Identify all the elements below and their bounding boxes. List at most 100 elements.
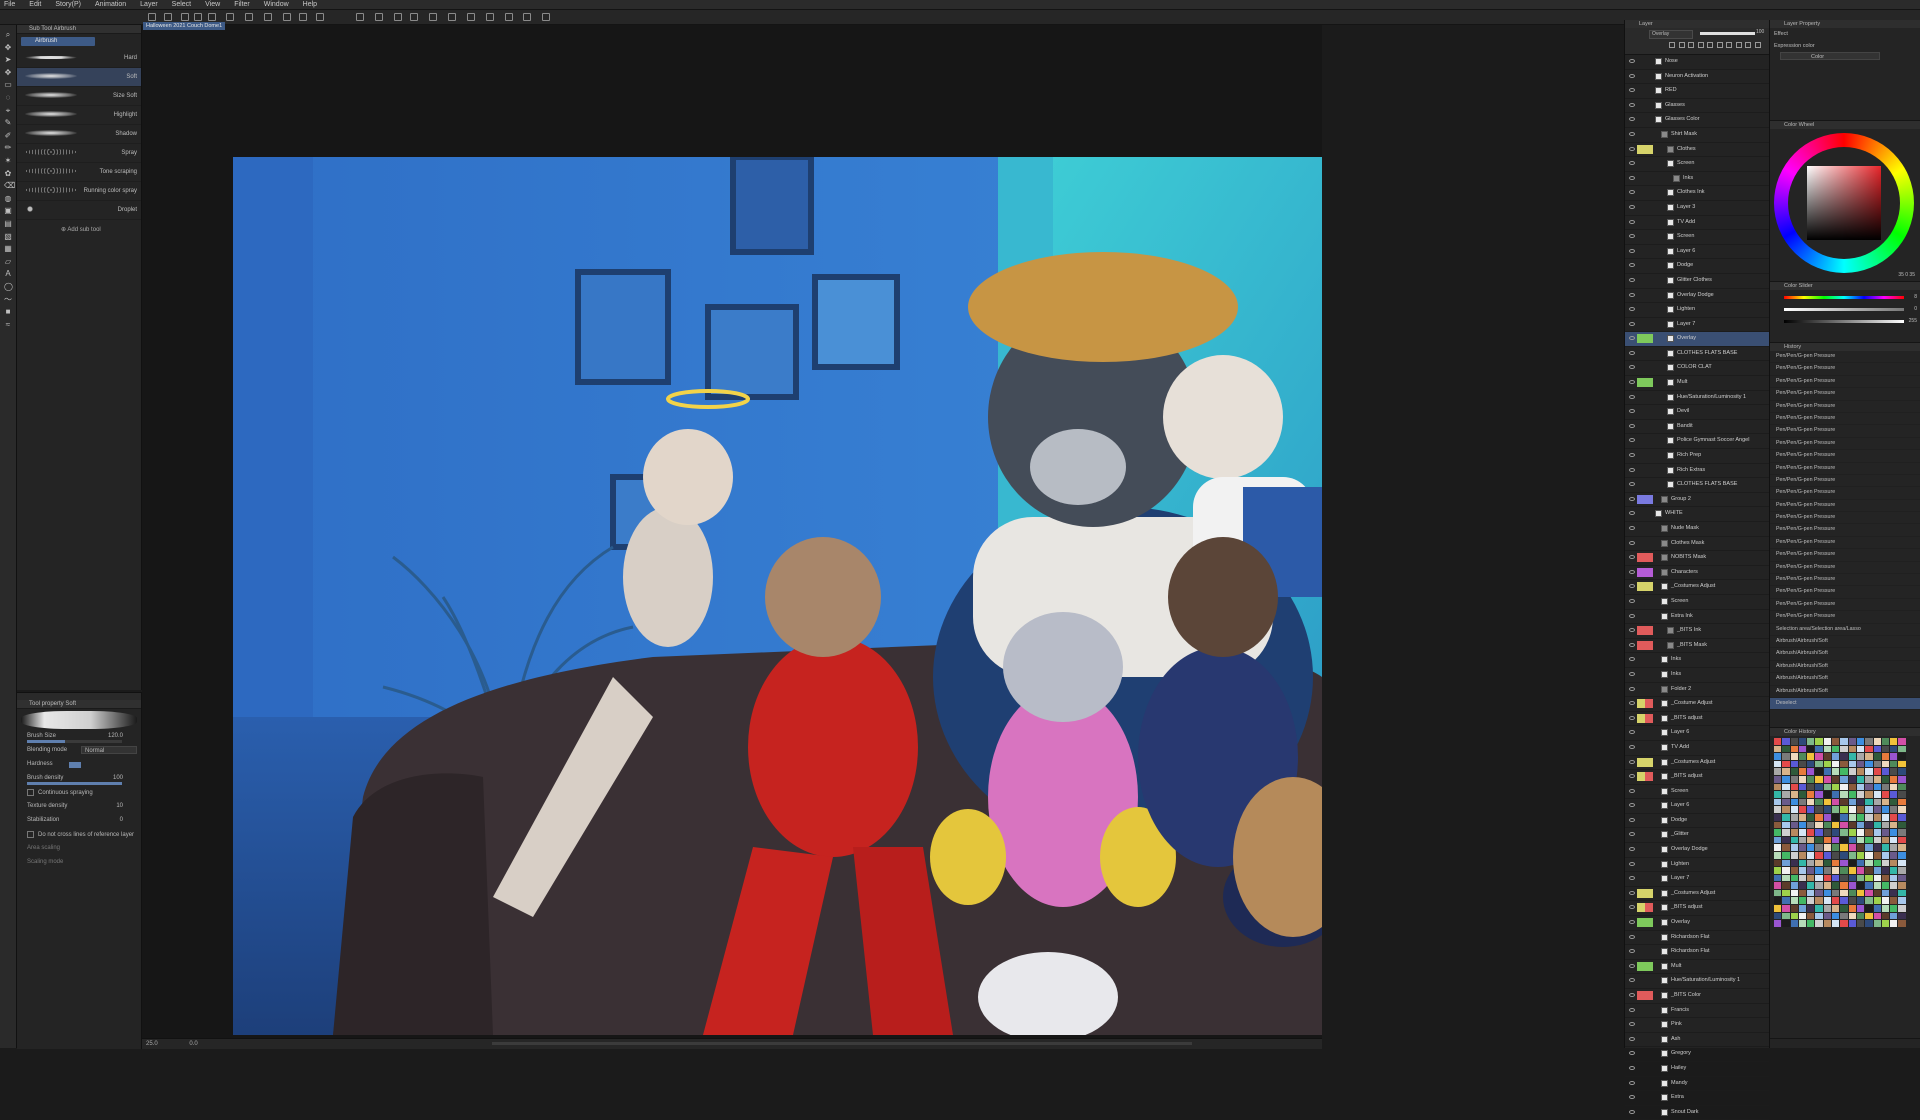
eye-icon[interactable] [1629, 598, 1635, 603]
color-swatch[interactable] [1890, 874, 1898, 882]
eye-icon[interactable] [1629, 584, 1635, 589]
color-swatch[interactable] [1815, 798, 1823, 806]
color-swatch[interactable] [1790, 791, 1798, 798]
menu-item[interactable]: Layer [133, 0, 165, 9]
color-swatch[interactable] [1840, 859, 1848, 867]
color-swatch[interactable] [1848, 760, 1856, 768]
color-swatch[interactable] [1832, 798, 1840, 806]
color-swatch[interactable] [1807, 813, 1815, 821]
stroke-icon[interactable]: ≈ [4, 320, 12, 329]
color-swatch[interactable] [1823, 882, 1832, 889]
color-swatch[interactable] [1798, 897, 1807, 905]
history-item[interactable]: Airbrush/Airbrush/Soft [1770, 636, 1920, 649]
color-swatch[interactable] [1807, 920, 1815, 927]
color-swatch[interactable] [1798, 912, 1807, 920]
layer-row[interactable]: Nose [1625, 55, 1769, 70]
eye-icon[interactable] [1629, 175, 1635, 180]
color-swatch[interactable] [1774, 889, 1782, 897]
history-item[interactable]: Pen/Pen/G-pen Pressure [1770, 549, 1920, 562]
layer-row[interactable]: _Costumes Adjust [1625, 580, 1769, 595]
selection-icon[interactable]: ▭ [4, 81, 12, 89]
color-swatch[interactable] [1890, 738, 1898, 745]
color-swatch[interactable] [1890, 905, 1898, 912]
color-swatch[interactable] [1840, 806, 1848, 813]
color-swatch[interactable] [1798, 882, 1807, 889]
color-swatch[interactable] [1774, 882, 1782, 889]
color-swatch[interactable] [1873, 791, 1881, 798]
color-swatch[interactable] [1890, 897, 1898, 905]
saturation-value-square[interactable] [1807, 166, 1881, 240]
layer-row[interactable]: Folder 2 [1625, 683, 1769, 698]
layer-row[interactable]: _Costume Adjust [1625, 697, 1769, 712]
color-swatch[interactable] [1865, 829, 1873, 836]
color-swatch[interactable] [1782, 844, 1790, 851]
history-item[interactable]: Pen/Pen/G-pen Pressure [1770, 438, 1920, 451]
pen-icon[interactable]: ✎ [4, 119, 12, 127]
color-swatch[interactable] [1823, 851, 1832, 859]
color-swatch[interactable] [1890, 844, 1898, 851]
clip-icon[interactable] [1745, 42, 1751, 48]
color-swatch[interactable] [1823, 889, 1832, 897]
layer-row[interactable]: Clothes Mask [1625, 537, 1769, 552]
color-swatch[interactable] [1873, 889, 1881, 897]
color-swatch[interactable] [1823, 905, 1832, 912]
color-swatch[interactable] [1774, 753, 1782, 760]
color-swatch[interactable] [1774, 920, 1782, 927]
pen-icon[interactable] [356, 13, 364, 21]
zoom-icon[interactable]: ⌕ [4, 31, 12, 39]
merge-icon[interactable] [1707, 42, 1713, 48]
continuous-spraying-checkbox[interactable] [27, 789, 34, 796]
color-swatch[interactable] [1898, 745, 1906, 753]
eye-icon[interactable] [1629, 686, 1635, 691]
color-swatch[interactable] [1848, 912, 1856, 920]
layer-row[interactable]: Glitter Clothes [1625, 274, 1769, 289]
color-swatch[interactable] [1865, 791, 1873, 798]
color-swatch[interactable] [1898, 753, 1906, 760]
do-not-cross-row[interactable]: Do not cross lines of reference layer [17, 829, 141, 843]
color-swatch[interactable] [1774, 745, 1782, 753]
figure-icon[interactable]: ▧ [4, 232, 12, 241]
color-swatch[interactable] [1823, 897, 1832, 905]
color-swatch[interactable] [1798, 920, 1807, 927]
layer-row[interactable]: Overlay Dodge [1625, 843, 1769, 858]
history-item[interactable]: Pen/Pen/G-pen Pressure [1770, 537, 1920, 550]
eye-icon[interactable] [1629, 730, 1635, 735]
color-swatch[interactable] [1823, 738, 1832, 745]
color-swatch[interactable] [1898, 760, 1906, 768]
color-swatch[interactable] [1815, 874, 1823, 882]
color-swatch[interactable] [1782, 920, 1790, 927]
color-swatch[interactable] [1848, 806, 1856, 813]
new-folder-icon[interactable] [1688, 42, 1694, 48]
color-swatch[interactable] [1865, 905, 1873, 912]
color-swatch[interactable] [1881, 821, 1890, 829]
scaling-mode-row[interactable]: Scaling mode [17, 857, 141, 871]
color-swatch[interactable] [1790, 851, 1798, 859]
color-swatch[interactable] [1848, 882, 1856, 889]
eye-icon[interactable] [1629, 744, 1635, 749]
color-swatch[interactable] [1848, 783, 1856, 791]
layer-row[interactable]: Clothes [1625, 143, 1769, 158]
layer-row[interactable]: Pink [1625, 1018, 1769, 1033]
color-swatch[interactable] [1815, 829, 1823, 836]
eye-icon[interactable] [1629, 1109, 1635, 1114]
color-swatch[interactable] [1774, 844, 1782, 851]
color-swatch[interactable] [1832, 745, 1840, 753]
color-swatch[interactable] [1873, 859, 1881, 867]
color-swatch[interactable] [1782, 912, 1790, 920]
color-swatch[interactable] [1798, 889, 1807, 897]
color-swatch[interactable] [1898, 874, 1906, 882]
color-swatch[interactable] [1815, 753, 1823, 760]
color-swatch[interactable] [1798, 844, 1807, 851]
color-swatch[interactable] [1790, 920, 1798, 927]
color-swatch[interactable] [1865, 867, 1873, 874]
menu-item[interactable]: Select [165, 0, 198, 9]
color-swatch[interactable] [1865, 889, 1873, 897]
color-swatch[interactable] [1865, 806, 1873, 813]
color-swatch[interactable] [1840, 829, 1848, 836]
color-swatch[interactable] [1840, 897, 1848, 905]
select-icon[interactable] [315, 13, 324, 21]
color-swatch[interactable] [1798, 836, 1807, 844]
menu-item[interactable]: Animation [88, 0, 133, 9]
color-swatch[interactable] [1798, 829, 1807, 836]
color-swatch[interactable] [1798, 791, 1807, 798]
